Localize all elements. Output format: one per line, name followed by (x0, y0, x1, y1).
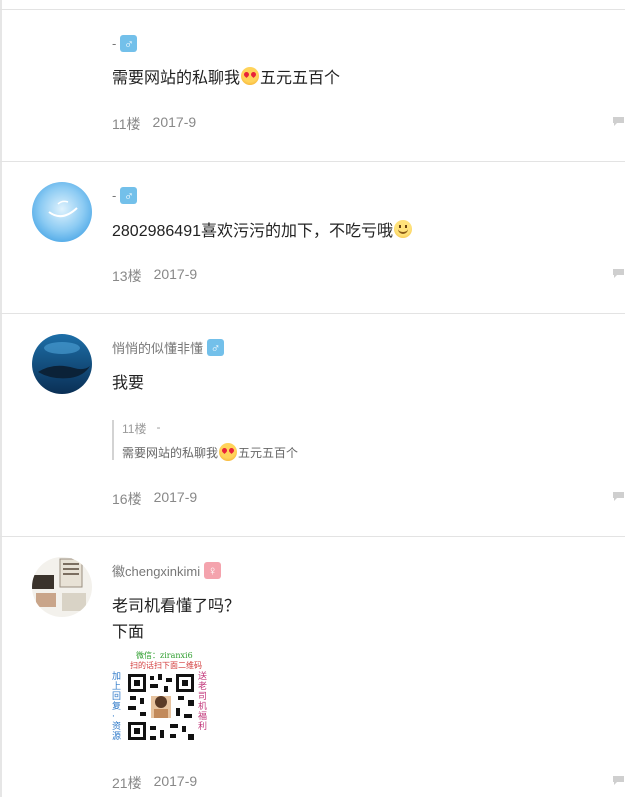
male-icon: ♂ (207, 338, 225, 356)
quote-text: 需要网站的私聊我 (122, 445, 219, 460)
quote-floor: 11楼 (122, 422, 147, 436)
comment-content: 2802986491喜欢污污的加下，不吃亏哦 (112, 217, 413, 241)
post-date: 2017-9 (153, 266, 198, 282)
comment-text-line2: 下面 (112, 624, 145, 641)
comment-text-after: 五元五百个 (260, 70, 341, 87)
avatar[interactable] (32, 557, 92, 617)
comment-meta: 21楼 2017-9 (112, 773, 197, 793)
divider (0, 536, 625, 537)
comment-text: 老司机看懂了吗？ (112, 598, 241, 615)
comment-text: 2802986491喜欢污污的加下，不吃亏哦 (112, 223, 393, 240)
avatar[interactable] (32, 334, 92, 394)
reply-icon[interactable] (612, 491, 625, 502)
username[interactable]: 徽chengxinkimi (112, 561, 200, 580)
divider (0, 161, 625, 162)
quote-text-after: 五元五百个 (238, 445, 299, 460)
quote-content: 需要网站的私聊我 五元五百个 (122, 443, 298, 461)
avatar[interactable] (32, 182, 92, 242)
star-struck-emoji-icon (241, 67, 260, 85)
qr-side-text-left: 加上回复·资源 (112, 672, 122, 742)
post-date: 2017-9 (153, 489, 198, 505)
left-border (0, 0, 2, 797)
user-info: - ♂ (112, 34, 138, 52)
star-struck-emoji-icon (219, 443, 238, 461)
reply-icon[interactable] (612, 268, 625, 279)
divider (0, 313, 625, 314)
floor-number: 16楼 (112, 491, 142, 507)
comment-meta: 11楼 2017-9 (112, 114, 196, 134)
qr-caption-scan: 扫的话扫下面二维码 (130, 661, 202, 670)
user-info: - ♂ (112, 186, 138, 204)
qr-code-icon (126, 672, 196, 742)
reply-icon[interactable] (612, 775, 625, 786)
smile-emoji-icon (394, 220, 412, 238)
comment-meta: 13楼 2017-9 (112, 266, 197, 286)
qr-code-image[interactable]: 微信：ziranxi6 扫的话扫下面二维码 加上回复·资源 送老司机福利 (112, 650, 212, 744)
quote-header: 11楼 - (122, 420, 298, 437)
username[interactable]: - (112, 36, 116, 51)
quote-user: - (156, 420, 161, 434)
user-info: 悄悄的似懂非懂 ♂ (112, 338, 225, 357)
female-icon: ♀ (204, 561, 222, 579)
male-icon: ♂ (120, 34, 138, 52)
floor-number: 13楼 (112, 268, 142, 284)
username[interactable]: 悄悄的似懂非懂 (112, 338, 203, 357)
comment-content: 需要网站的私聊我 五元五百个 (112, 64, 340, 88)
quoted-reply[interactable]: 11楼 - 需要网站的私聊我 五元五百个 (112, 420, 298, 461)
comment-meta: 16楼 2017-9 (112, 489, 197, 509)
reply-icon[interactable] (612, 116, 625, 127)
male-icon: ♂ (120, 186, 138, 204)
divider (0, 9, 625, 10)
username[interactable]: - (112, 188, 116, 203)
qr-side-text-right: 送老司机福利 (198, 672, 208, 732)
floor-number: 11楼 (112, 116, 141, 132)
comment-text: 需要网站的私聊我 (112, 70, 241, 87)
post-date: 2017-9 (152, 114, 197, 130)
floor-number: 21楼 (112, 775, 142, 791)
user-info: 徽chengxinkimi ♀ (112, 561, 222, 580)
post-date: 2017-9 (153, 773, 198, 789)
comment-text: 我要 (112, 375, 145, 392)
